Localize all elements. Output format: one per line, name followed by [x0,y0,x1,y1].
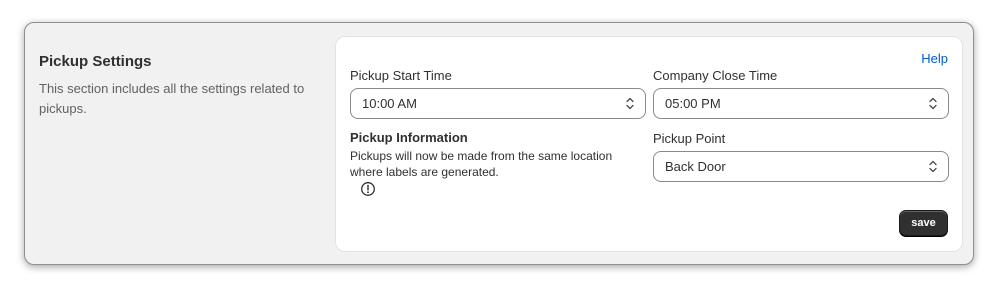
section-description: This section includes all the settings r… [39,81,305,116]
pickup-point-label: Pickup Point [653,131,726,146]
chevron-up-down-icon [626,97,634,110]
settings-card: Help Pickup Start Time 10:00 AM Company … [335,36,963,252]
pickup-point-select[interactable]: Back Door [653,151,949,182]
pickup-point-value: Back Door [665,159,726,174]
help-link[interactable]: Help [921,51,948,66]
section-title: Pickup Settings [39,53,152,70]
company-close-time-select[interactable]: 05:00 PM [653,88,949,119]
pickup-information-title: Pickup Information [350,130,468,145]
chevron-up-down-icon [929,160,937,173]
chevron-up-down-icon [929,97,937,110]
info-icon[interactable] [360,181,376,197]
pickup-information-text: Pickups will now be made from the same l… [350,149,613,179]
save-button[interactable]: save [899,210,948,236]
company-close-time-value: 05:00 PM [665,96,721,111]
company-close-time-label: Company Close Time [653,68,778,83]
pickup-start-time-label: Pickup Start Time [350,68,452,83]
pickup-start-time-value: 10:00 AM [362,96,417,111]
pickup-start-time-select[interactable]: 10:00 AM [350,88,646,119]
pickup-settings-panel: Pickup Settings This section includes al… [24,22,974,265]
